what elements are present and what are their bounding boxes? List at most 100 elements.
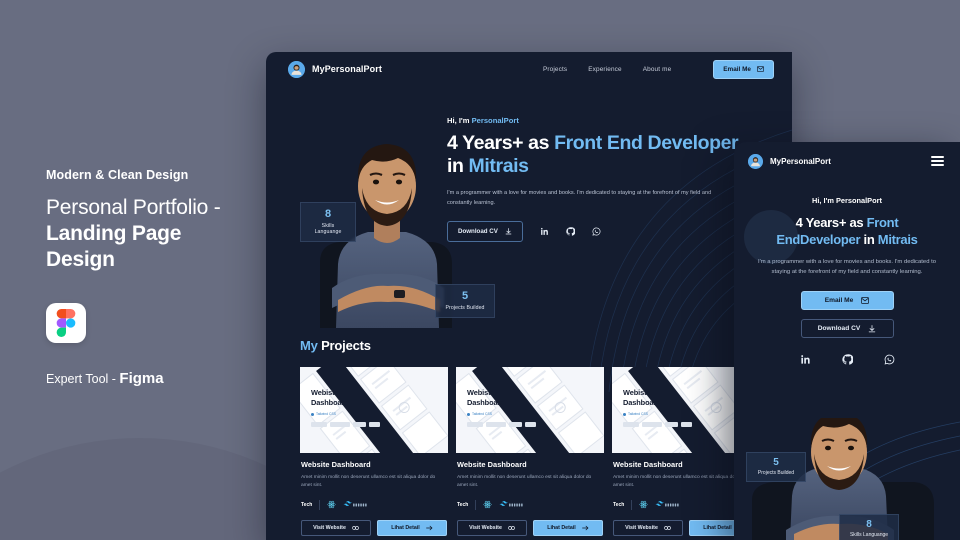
thumbnail-title-line-2: Dashboard: [467, 397, 505, 407]
mobile-brand-logo[interactable]: MyPersonalPort: [748, 153, 831, 169]
thumbnail-chip: [467, 422, 483, 427]
thumbnail-label: Webiste Dashboard Tailwind CSS: [623, 388, 661, 416]
hero-headline-1b: Front End Developer: [554, 132, 739, 154]
github-icon[interactable]: [566, 227, 575, 236]
stat-number: 5: [461, 290, 469, 302]
arrow-right-icon: [425, 525, 433, 531]
thumbnail-tag: Tailwind CSS: [311, 412, 349, 416]
linkedin-icon[interactable]: [800, 354, 811, 365]
download-cv-label: Download CV: [458, 228, 498, 235]
brand-name: MyPersonalPort: [312, 64, 382, 74]
project-card-actions: Visit Website Lihat Detail: [301, 519, 447, 536]
promo-eyebrow: Modern & Clean Design: [46, 168, 189, 182]
project-title: Website Dashboard: [457, 460, 527, 469]
brand-logo[interactable]: MyPersonalPort: [288, 60, 382, 78]
dot-icon: [311, 412, 314, 416]
project-card[interactable]: Webiste Dashboard Tailwind CSS Website D…: [300, 367, 448, 536]
avatar-icon: [288, 60, 305, 78]
mobile-navbar: MyPersonalPort: [734, 142, 960, 180]
thumbnail-title-line-2: Dashboard: [311, 397, 349, 407]
github-icon[interactable]: [841, 354, 853, 365]
promo-tool-prefix: Expert Tool -: [46, 372, 120, 386]
thumbnail-chip: [353, 422, 366, 427]
promo-title-line-2: Landing Page: [46, 222, 182, 245]
visit-website-label: Visit Website: [313, 524, 346, 531]
lihat-detail-button[interactable]: Lihat Detail: [377, 519, 447, 536]
stat-label: Skills Languange: [314, 223, 342, 235]
stat-label: Skills Languange: [849, 532, 889, 538]
burger-line: [931, 160, 944, 162]
mobile-headline-2c: Mitrais: [877, 232, 918, 247]
promo-tool: Expert Tool - Figma: [46, 370, 266, 387]
mobile-download-cv-button[interactable]: Download CV: [800, 319, 894, 338]
thumbnail-chip: [311, 422, 327, 427]
thumbnail-title-line-2: Dashboard: [623, 397, 661, 407]
thumbnail-tag-label: Tailwind CSS: [316, 412, 336, 416]
thumbnail-tag: Tailwind CSS: [623, 412, 661, 416]
hero-headline-2b: Mitrais: [468, 155, 529, 177]
thumbnail-chip: [642, 422, 662, 427]
tailwind-icon: [655, 500, 679, 507]
thumbnail-chip: [681, 422, 692, 427]
thumbnail-tag-label: Tailwind CSS: [628, 412, 648, 416]
download-cv-button[interactable]: Download CV: [447, 221, 523, 242]
mobile-social-links: [754, 354, 940, 365]
desktop-navbar: MyPersonalPort Projects Experience About…: [266, 52, 792, 86]
mobile-hero-greeting: Hi, I'm PersonalPort: [812, 196, 882, 205]
external-link-icon: [508, 525, 515, 530]
thumbnail-title-line-1: Webiste: [623, 388, 651, 397]
hero-greeting: Hi, I'm PersonalPort: [447, 116, 777, 125]
thumbnail-chip-row: [311, 422, 380, 427]
thumbnail-chip: [665, 422, 678, 427]
project-tech-row: Tech: [457, 499, 603, 510]
projects-section: My Projects Webiste Dashboard Tailwind C…: [266, 328, 792, 536]
thumbnail-label: Webiste Dashboard Tailwind CSS: [311, 388, 349, 416]
linkedin-icon[interactable]: [540, 227, 549, 236]
figma-logo-icon: [46, 303, 86, 343]
burger-line: [931, 155, 944, 158]
thumbnail-chip: [486, 422, 506, 427]
project-title: Website Dashboard: [301, 460, 371, 469]
project-thumbnail: Webiste Dashboard Tailwind CSS: [300, 367, 448, 453]
promo-panel: Modern & Clean Design Personal Portfolio…: [46, 168, 266, 387]
lihat-detail-label: Lihat Detail: [391, 524, 420, 531]
hamburger-menu-icon[interactable]: [931, 155, 944, 167]
promo-title-line-3: Design: [46, 248, 115, 271]
hero-paragraph: I'm a programmer with a love for movies …: [447, 190, 712, 206]
hero-greeting-prefix: Hi, I'm: [447, 116, 472, 125]
project-description: Amet minim mollit non deserunt ullamco e…: [301, 475, 436, 489]
project-description: Amet minim mollit non deserunt ullamco e…: [457, 475, 592, 489]
lihat-detail-button[interactable]: Lihat Detail: [533, 519, 603, 536]
divider: [631, 499, 633, 510]
desktop-mockup: MyPersonalPort Projects Experience About…: [266, 52, 792, 540]
thumbnail-title-line-1: Webiste: [467, 388, 495, 397]
nav-link-projects[interactable]: Projects: [543, 66, 567, 73]
whatsapp-icon[interactable]: [592, 227, 601, 236]
hero-actions: Download CV: [447, 221, 777, 242]
stat-number: 8: [866, 519, 872, 530]
nav-link-about-me[interactable]: About me: [643, 66, 672, 73]
visit-website-button[interactable]: Visit Website: [613, 519, 683, 536]
promo-tool-name: Figma: [119, 370, 164, 387]
visit-website-button[interactable]: Visit Website: [457, 519, 527, 536]
mobile-email-me-button[interactable]: Email Me: [800, 291, 894, 310]
dot-icon: [467, 412, 470, 416]
visit-website-button[interactable]: Visit Website: [301, 519, 371, 536]
burger-line: [931, 164, 944, 167]
project-tech-row: Tech: [301, 499, 447, 510]
hero-headline-line-2: in Mitrais: [447, 155, 777, 178]
mobile-headline-1a: 4 Years+ as: [795, 215, 867, 230]
email-me-button[interactable]: Email Me: [713, 59, 774, 79]
mobile-email-me-label: Email Me: [824, 297, 854, 304]
nav-link-experience[interactable]: Experience: [588, 66, 621, 73]
project-card[interactable]: Webiste Dashboard Tailwind CSS Website D…: [456, 367, 604, 536]
whatsapp-icon[interactable]: [884, 354, 895, 365]
thumbnail-chip: [525, 422, 536, 427]
hero-greeting-name: PersonalPort: [471, 116, 519, 125]
mobile-hero-actions: Email Me Download CV: [754, 291, 940, 338]
hero-social-links: [540, 227, 601, 236]
divider: [475, 499, 477, 510]
react-icon: [483, 501, 492, 509]
external-link-icon: [664, 525, 671, 530]
thumbnail-chip-row: [467, 422, 536, 427]
